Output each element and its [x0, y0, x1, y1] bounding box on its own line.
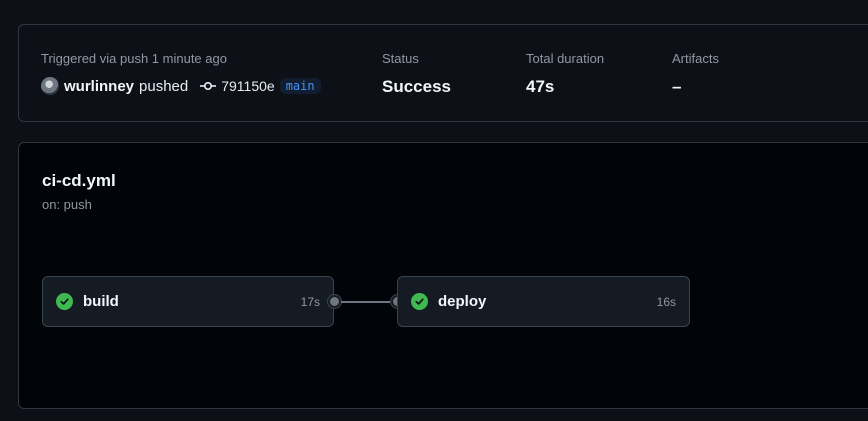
job-duration: 16s [656, 294, 676, 309]
job-output-port [328, 295, 341, 308]
git-commit-icon [200, 80, 217, 92]
commit-sha-link[interactable]: 791150e [221, 78, 274, 94]
job-build[interactable]: build 17s [42, 276, 334, 327]
artifacts-label: Artifacts [672, 51, 719, 66]
job-connector [341, 301, 397, 303]
push-action-text: pushed [139, 77, 189, 95]
workflow-file-name[interactable]: ci-cd.yml [42, 171, 116, 191]
username-link[interactable]: wurlinney [64, 78, 134, 95]
job-duration: 17s [300, 294, 320, 309]
avatar[interactable] [41, 77, 59, 95]
check-circle-icon [56, 293, 73, 310]
status-value: Success [382, 77, 451, 96]
branch-badge[interactable]: main [279, 78, 321, 94]
check-circle-icon [411, 293, 428, 310]
status-label: Status [382, 51, 419, 66]
job-name: build [83, 293, 119, 310]
total-duration-value: 47s [526, 77, 555, 96]
job-deploy[interactable]: deploy 16s [397, 276, 690, 327]
triggered-text: Triggered via push 1 minute ago [41, 51, 227, 66]
workflow-graph-panel: ci-cd.yml on: push build 17s deploy 16s [18, 142, 868, 409]
trigger-details: wurlinney pushed 791150e main [41, 77, 321, 95]
job-name: deploy [438, 293, 487, 310]
run-summary-card: Triggered via push 1 minute ago wurlinne… [18, 24, 868, 122]
total-duration-label: Total duration [526, 51, 605, 66]
artifacts-value: – [672, 77, 682, 96]
workflow-trigger: on: push [42, 197, 92, 212]
